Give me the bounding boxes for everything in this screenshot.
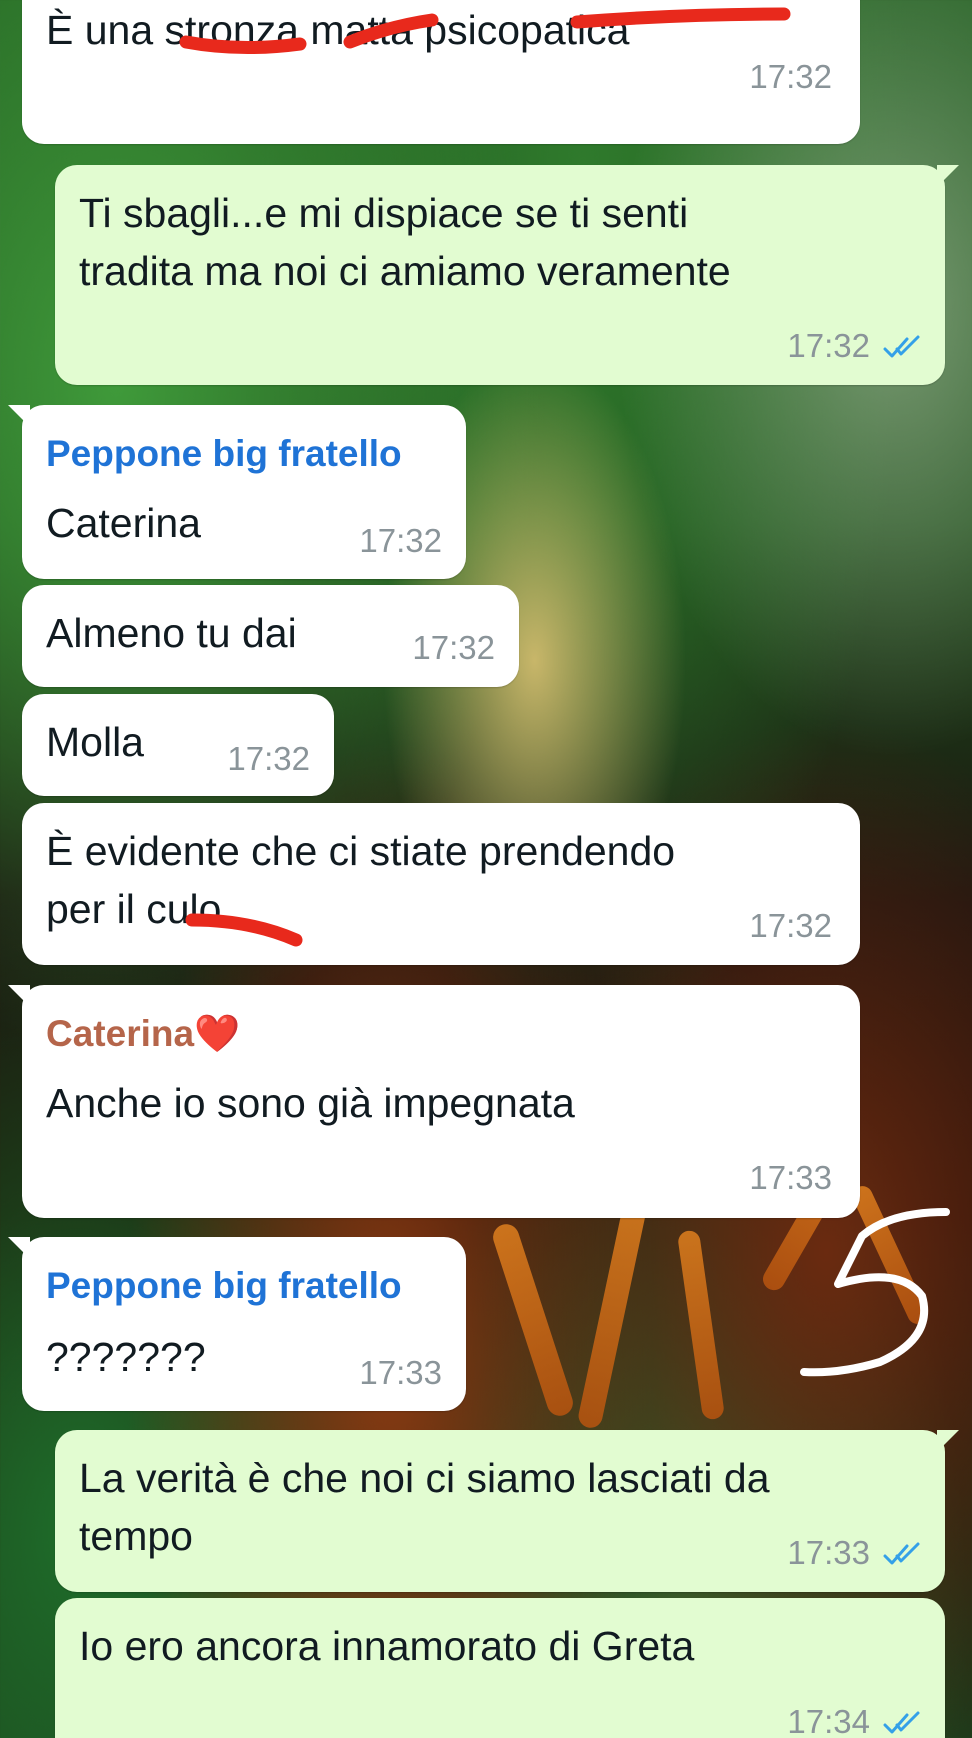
message-time: 17:32	[227, 740, 310, 777]
message-bubble-outgoing[interactable]: La verità è che noi ci siamo lasciati da…	[55, 1430, 959, 1592]
message-text-line: tempo	[79, 1513, 193, 1559]
message-text: È una stronza matta psicopatica	[46, 7, 630, 53]
message-bubble-outgoing[interactable]: Io ero ancora innamorato di Greta 17:34	[55, 1598, 945, 1738]
message-text-line: È evidente che ci stiate prendendo	[46, 828, 676, 874]
message-bubble-incoming[interactable]: Almeno tu dai 17:32	[22, 585, 519, 687]
message-bubble-incoming[interactable]: È evidente che ci stiate prendendo per i…	[22, 803, 860, 965]
bubble-tail	[937, 165, 959, 187]
double-check-read-icon	[883, 1711, 920, 1734]
message-time: 17:33	[749, 1159, 832, 1196]
heart-emoji: ❤️	[194, 1013, 241, 1054]
message-text-line: Ti sbagli...e mi dispiace se ti senti	[79, 190, 689, 236]
message-text: ???????	[46, 1334, 206, 1380]
message-bubble-incoming[interactable]: Caterina❤️ Anche io sono già impegnata 1…	[8, 985, 860, 1218]
message-time: 17:32	[359, 522, 442, 559]
message-text: Io ero ancora innamorato di Greta	[79, 1623, 695, 1669]
bubble-tail	[937, 1430, 959, 1452]
message-time: 17:32	[749, 907, 832, 944]
background-stripe	[676, 1229, 726, 1421]
message-time: 17:33	[359, 1354, 442, 1391]
message-text-line: tradita ma noi ci amiamo veramente	[79, 248, 731, 294]
background-stripe	[489, 1220, 577, 1420]
message-time: 17:34	[787, 1703, 870, 1738]
message-bubble-incoming[interactable]: Peppone big fratello Caterina 17:32	[8, 405, 466, 579]
message-time: 17:32	[787, 327, 870, 364]
sender-name[interactable]: Peppone big fratello	[46, 433, 402, 475]
message-bubble-outgoing[interactable]: Ti sbagli...e mi dispiace se ti senti tr…	[55, 165, 959, 385]
sender-name-text: Caterina	[46, 1013, 195, 1054]
message-time: 17:32	[412, 629, 495, 666]
bubble-tail	[8, 985, 30, 1007]
sender-name[interactable]: Caterina❤️	[46, 1013, 240, 1056]
message-text: Almeno tu dai	[46, 610, 297, 656]
sender-name[interactable]: Peppone big fratello	[46, 1265, 402, 1307]
message-text: Anche io sono già impegnata	[46, 1080, 575, 1126]
message-bubble-incoming[interactable]: Peppone big fratello ??????? 17:33	[8, 1237, 466, 1411]
message-text: Molla	[46, 719, 144, 765]
message-time: 17:33	[787, 1534, 870, 1571]
message-bubble-incoming[interactable]: Molla 17:32	[22, 694, 334, 796]
double-check-read-icon	[883, 1542, 920, 1565]
double-check-read-icon	[883, 335, 920, 358]
background-stripe	[576, 1200, 648, 1430]
message-text-line: La verità è che noi ci siamo lasciati da	[79, 1455, 770, 1501]
message-text: Caterina	[46, 500, 201, 546]
background-stripe	[849, 1182, 931, 1328]
message-time: 17:32	[749, 58, 832, 95]
message-bubble-incoming[interactable]: È una stronza matta psicopatica 17:32	[22, 0, 860, 144]
message-text-line: per il culo	[46, 886, 222, 932]
bubble-tail	[8, 1237, 30, 1259]
bubble-tail	[8, 405, 30, 427]
